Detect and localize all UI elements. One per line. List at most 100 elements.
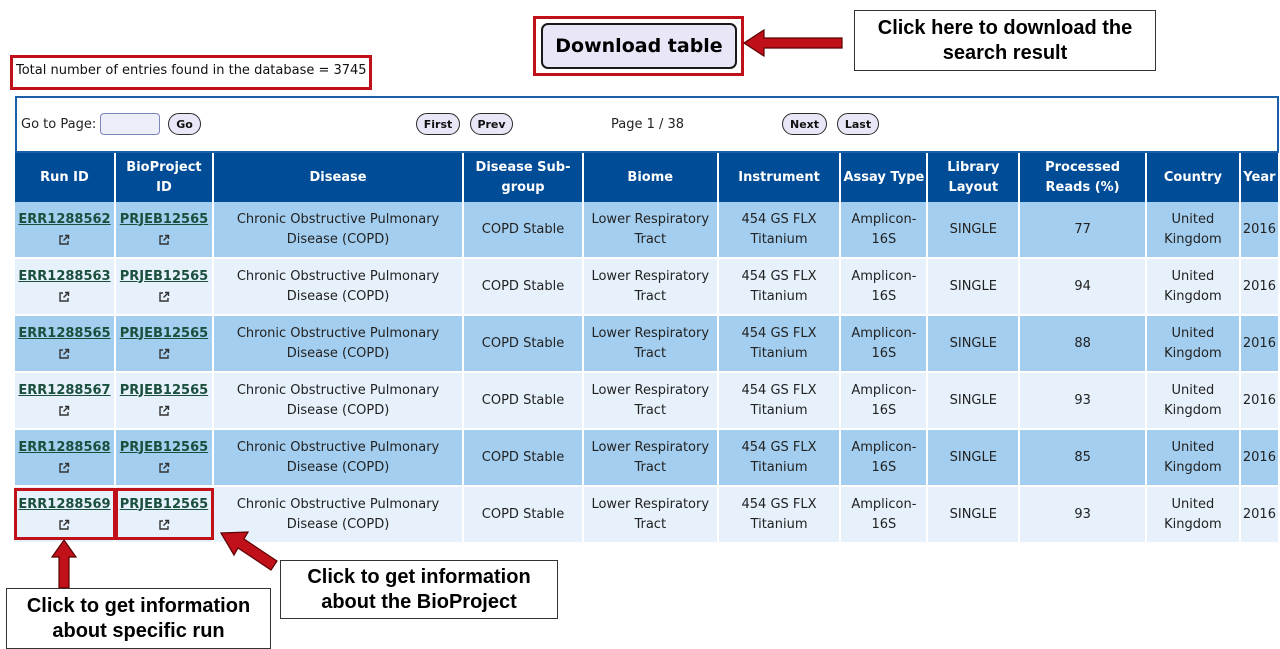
biome-cell: Lower Respiratory Tract xyxy=(582,372,719,430)
bioproject-id-cell: PRJEB12565 xyxy=(114,372,214,430)
disease-cell: Chronic Obstructive Pulmonary Disease (C… xyxy=(212,372,465,430)
disease-subgroup-cell: COPD Stable xyxy=(463,372,584,430)
year-cell: 2016 xyxy=(1239,372,1280,430)
goto-page-label: Go to Page: xyxy=(21,117,97,132)
red-arrow-icon xyxy=(219,531,278,571)
run-id-cell: ERR1288563 xyxy=(15,258,116,316)
bioproject-id-link[interactable]: PRJEB12565 xyxy=(120,440,208,455)
external-link-icon[interactable] xyxy=(58,290,70,302)
run-id-cell: ERR1288562 xyxy=(15,202,116,259)
external-link-icon[interactable] xyxy=(58,404,70,416)
instrument-cell: 454 GS FLX Titanium xyxy=(717,486,842,544)
column-header-instrument[interactable]: Instrument xyxy=(717,153,842,202)
run-id-highlight xyxy=(14,488,116,540)
column-header-bioproject-id[interactable]: BioProject ID xyxy=(114,153,214,202)
callout-download-text: Click here to download the search result xyxy=(877,16,1133,64)
disease-subgroup-cell: COPD Stable xyxy=(463,202,584,259)
year-cell: 2016 xyxy=(1239,486,1280,544)
processed-reads-cell: 94 xyxy=(1019,258,1147,316)
disease-cell: Chronic Obstructive Pulmonary Disease (C… xyxy=(212,315,465,373)
bioproject-id-link[interactable]: PRJEB12565 xyxy=(120,383,208,398)
column-header-biome[interactable]: Biome xyxy=(582,153,719,202)
country-cell: United Kingdom xyxy=(1145,202,1241,259)
assay-type-cell: Amplicon-16S xyxy=(840,429,929,487)
library-layout-cell: SINGLE xyxy=(927,315,1021,373)
callout-bioproject-text: Click to get information about the BioPr… xyxy=(307,565,531,613)
table-row: ERR1288565 PRJEB12565 Chronic Obstructive … xyxy=(15,315,1280,373)
year-cell: 2016 xyxy=(1239,258,1280,316)
disease-cell: Chronic Obstructive Pulmonary Disease (C… xyxy=(212,202,465,259)
run-id-link[interactable]: ERR1288568 xyxy=(18,440,110,455)
bioproject-id-cell: PRJEB12565 xyxy=(114,315,214,373)
country-cell: United Kingdom xyxy=(1145,486,1241,544)
disease-cell: Chronic Obstructive Pulmonary Disease (C… xyxy=(212,258,465,316)
assay-type-cell: Amplicon-16S xyxy=(840,202,929,259)
run-id-link[interactable]: ERR1288563 xyxy=(18,269,110,284)
go-button[interactable]: Go xyxy=(168,113,201,135)
bioproject-id-highlight xyxy=(115,488,214,540)
run-id-link[interactable]: ERR1288567 xyxy=(18,383,110,398)
column-header-country[interactable]: Country xyxy=(1145,153,1241,202)
bioproject-id-link[interactable]: PRJEB12565 xyxy=(120,269,208,284)
processed-reads-cell: 93 xyxy=(1019,372,1147,430)
table-header-row: Run ID BioProject ID Disease Disease Sub… xyxy=(15,153,1280,202)
red-arrow-icon xyxy=(50,538,78,589)
column-header-disease-subgroup[interactable]: Disease Sub-group xyxy=(463,153,584,202)
external-link-icon[interactable] xyxy=(158,404,170,416)
external-link-icon[interactable] xyxy=(158,461,170,473)
table-row: ERR1288568 PRJEB12565 Chronic Obstructive … xyxy=(15,429,1280,487)
external-link-icon[interactable] xyxy=(58,461,70,473)
external-link-icon[interactable] xyxy=(58,233,70,245)
assay-type-cell: Amplicon-16S xyxy=(840,486,929,544)
biome-cell: Lower Respiratory Tract xyxy=(582,202,719,259)
external-link-icon[interactable] xyxy=(158,347,170,359)
bioproject-id-cell: PRJEB12565 xyxy=(114,202,214,259)
external-link-icon[interactable] xyxy=(158,233,170,245)
run-id-link[interactable]: ERR1288562 xyxy=(18,212,110,227)
library-layout-cell: SINGLE xyxy=(927,258,1021,316)
bioproject-id-link[interactable]: PRJEB12565 xyxy=(120,212,208,227)
country-cell: United Kingdom xyxy=(1145,372,1241,430)
callout-download: Click here to download the search result xyxy=(854,10,1156,71)
bioproject-id-cell: PRJEB12565 xyxy=(114,258,214,316)
run-id-cell: ERR1288568 xyxy=(15,429,116,487)
callout-bioproject: Click to get information about the BioPr… xyxy=(280,560,558,619)
biome-cell: Lower Respiratory Tract xyxy=(582,315,719,373)
column-header-library-layout[interactable]: Library Layout xyxy=(927,153,1021,202)
disease-subgroup-cell: COPD Stable xyxy=(463,315,584,373)
total-entries-text: Total number of entries found in the dat… xyxy=(16,63,367,78)
callout-run-text: Click to get information about specific … xyxy=(26,594,251,642)
prev-page-button[interactable]: Prev xyxy=(470,113,513,135)
bioproject-id-cell: PRJEB12565 xyxy=(114,429,214,487)
download-table-button[interactable]: Download table xyxy=(541,23,737,69)
page-indicator: Page 1 / 38 xyxy=(611,117,685,132)
red-arrow-icon xyxy=(742,28,843,58)
external-link-icon[interactable] xyxy=(58,347,70,359)
page-number-input[interactable] xyxy=(100,113,160,135)
column-header-assay-type[interactable]: Assay Type xyxy=(840,153,929,202)
bioproject-id-link[interactable]: PRJEB12565 xyxy=(120,326,208,341)
biome-cell: Lower Respiratory Tract xyxy=(582,429,719,487)
biome-cell: Lower Respiratory Tract xyxy=(582,486,719,544)
disease-cell: Chronic Obstructive Pulmonary Disease (C… xyxy=(212,429,465,487)
callout-run: Click to get information about specific … xyxy=(6,588,271,649)
column-header-run-id[interactable]: Run ID xyxy=(15,153,116,202)
library-layout-cell: SINGLE xyxy=(927,372,1021,430)
processed-reads-cell: 88 xyxy=(1019,315,1147,373)
run-id-link[interactable]: ERR1288565 xyxy=(18,326,110,341)
disease-subgroup-cell: COPD Stable xyxy=(463,486,584,544)
country-cell: United Kingdom xyxy=(1145,315,1241,373)
first-page-button[interactable]: First xyxy=(416,113,460,135)
external-link-icon[interactable] xyxy=(158,290,170,302)
next-page-button[interactable]: Next xyxy=(782,113,827,135)
last-page-button[interactable]: Last xyxy=(837,113,879,135)
instrument-cell: 454 GS FLX Titanium xyxy=(717,258,842,316)
processed-reads-cell: 85 xyxy=(1019,429,1147,487)
processed-reads-cell: 77 xyxy=(1019,202,1147,259)
table-row: ERR1288562 PRJEB12565 Chronic Obstructive … xyxy=(15,202,1280,259)
column-header-disease[interactable]: Disease xyxy=(212,153,465,202)
assay-type-cell: Amplicon-16S xyxy=(840,315,929,373)
column-header-processed-reads[interactable]: Processed Reads (%) xyxy=(1019,153,1147,202)
column-header-year[interactable]: Year xyxy=(1239,153,1280,202)
instrument-cell: 454 GS FLX Titanium xyxy=(717,372,842,430)
